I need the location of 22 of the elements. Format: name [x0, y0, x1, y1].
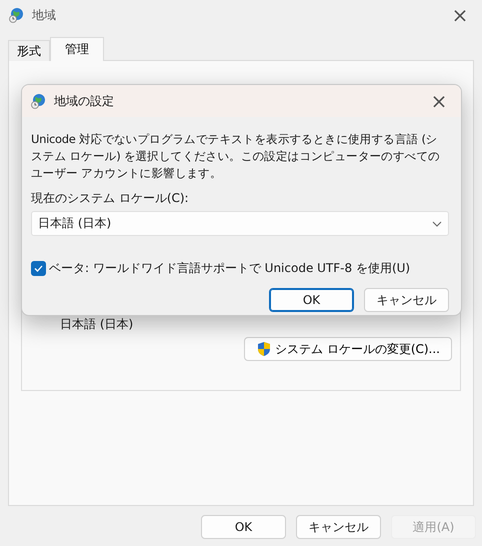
tab[interactable]: 管理: [50, 37, 104, 61]
globe-icon: [30, 93, 46, 109]
globe-icon: [8, 7, 24, 23]
shield-icon: [256, 341, 272, 357]
checkbox-label: ベータ: ワールドワイド言語サポートで Unicode UTF-8 を使用(U): [49, 260, 410, 277]
close-button[interactable]: ×: [446, 2, 474, 28]
description-text: Unicode 対応でないプログラムでテキストを表示するときに使用する言語 (システム ロケール) を選択してください。この設定はコンピューターのすべてのユーザー アカウントに影響します。: [31, 131, 441, 182]
dialog-button[interactable]: OK: [201, 515, 286, 539]
dialog-title: 地域の設定: [54, 92, 115, 110]
locale-value: 日本語 (日本): [60, 316, 134, 333]
field-label: 現在のシステム ロケール(C):: [31, 190, 190, 207]
change-locale-button[interactable]: システム ロケールの変更(C)...: [244, 337, 452, 361]
close-button[interactable]: ×: [425, 88, 453, 114]
dialog-button[interactable]: キャンセル: [296, 515, 381, 539]
checkmark-icon: [34, 265, 43, 272]
dialog-button[interactable]: キャンセル: [364, 288, 449, 312]
window-title: 地域: [32, 6, 57, 24]
chevron-down-icon: [432, 220, 442, 226]
tab[interactable]: 形式: [8, 40, 50, 61]
locale-dropdown[interactable]: 日本語 (日本): [31, 211, 449, 236]
dialog-button[interactable]: OK: [269, 288, 354, 312]
checkbox[interactable]: [31, 261, 46, 276]
